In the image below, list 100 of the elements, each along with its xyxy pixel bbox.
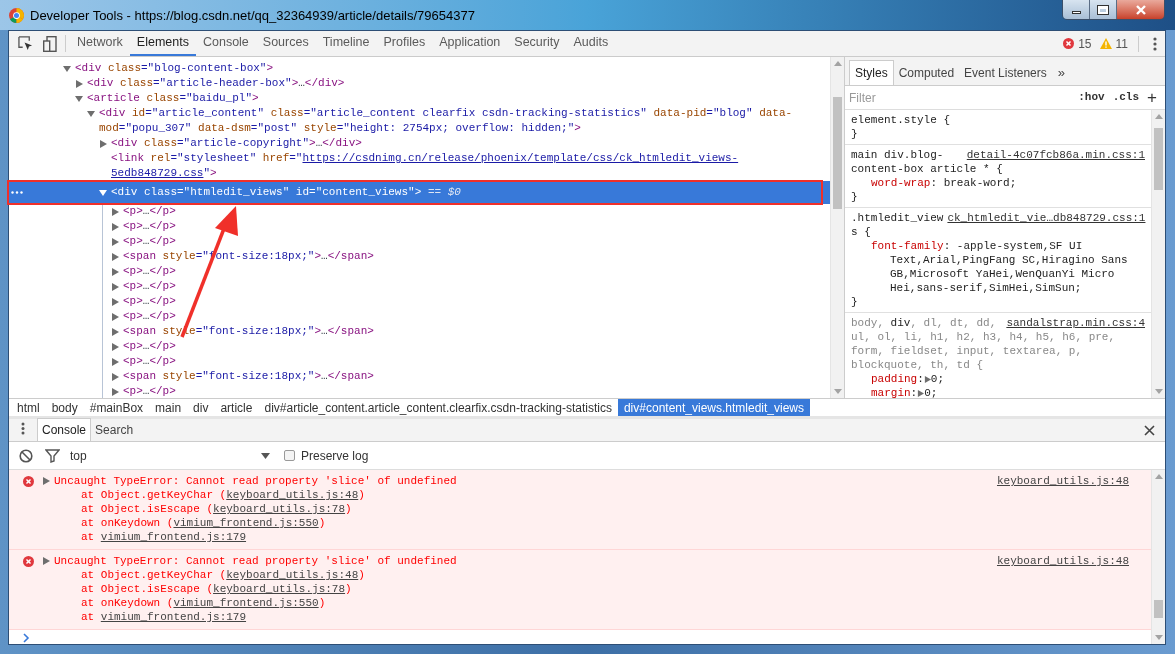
clear-console-icon[interactable]	[19, 448, 33, 463]
source-link[interactable]: vimium_frontend.js:179	[100, 611, 247, 623]
breadcrumb[interactable]: article	[214, 399, 259, 416]
panel-tab[interactable]: Elements	[129, 31, 196, 56]
device-icon[interactable]	[43, 35, 57, 52]
expanded-triangle-icon[interactable]	[99, 188, 107, 197]
collapsed-triangle-icon[interactable]	[111, 312, 119, 321]
stylesheet-link[interactable]: sandalstrap.min.css:4	[1006, 316, 1145, 330]
expanded-triangle-icon[interactable]	[63, 64, 71, 73]
expanded-triangle-icon[interactable]	[75, 94, 83, 103]
new-rule-button[interactable]: +	[1143, 89, 1161, 106]
expanded-triangle-icon[interactable]	[87, 109, 95, 118]
tree-row[interactable]: <p>…</p>	[9, 354, 830, 369]
console-scrollbar[interactable]	[1151, 470, 1165, 644]
hover-state-button[interactable]: :hov	[1074, 89, 1109, 106]
panel-tab[interactable]: Security	[507, 31, 567, 56]
tree-row[interactable]: <div class="article-copyright">…</div>	[9, 136, 830, 151]
collapsed-triangle-icon[interactable]	[111, 387, 119, 396]
tree-row[interactable]: <p>…</p>	[9, 264, 830, 279]
filter-field[interactable]: Filter	[849, 88, 1075, 107]
collapsed-triangle-icon[interactable]	[111, 297, 119, 306]
tree-row[interactable]: <div class="blog-content-box">	[9, 61, 830, 76]
collapsed-triangle-icon[interactable]	[111, 282, 119, 291]
maximize-button[interactable]	[1090, 0, 1117, 19]
tree-row[interactable]: <p>…</p>	[9, 294, 830, 309]
close-drawer-button[interactable]	[1144, 425, 1155, 436]
tree-row[interactable]: <div class="article-header-box">…</div>	[9, 76, 830, 91]
panel-tab[interactable]: Timeline	[315, 31, 377, 56]
tree-row[interactable]: <p>…</p>	[9, 204, 830, 219]
source-link[interactable]: keyboard_utils.js:48	[226, 489, 359, 501]
breadcrumb[interactable]: div#content_views.htmledit_views	[617, 399, 811, 416]
collapsed-triangle-icon[interactable]	[111, 267, 119, 276]
tree-row[interactable]: <p>…</p>	[9, 219, 830, 234]
tree-row[interactable]: <article class="baidu_pl">	[9, 91, 830, 106]
breadcrumb[interactable]: #mainBox	[83, 399, 150, 416]
source-link[interactable]: keyboard_utils.js:48	[996, 554, 1129, 568]
tree-row[interactable]: <p>…</p>	[9, 279, 830, 294]
tree-scrollbar[interactable]	[830, 57, 844, 398]
tree-row[interactable]: <p>…</p>	[9, 234, 830, 249]
tree-row[interactable]: <link rel="stylesheet" href="https://csdnimg.cn/release/phoenix/template/css/ck_htmledit_views-5edb848729.css">	[9, 151, 830, 181]
panel-tab[interactable]: Sources	[255, 31, 316, 56]
class-button[interactable]: .cls	[1108, 89, 1144, 106]
sidebar-tab[interactable]: Computed	[893, 60, 960, 85]
node-markup: <span style="font-size:18px;">…</span>	[123, 369, 374, 384]
collapsed-triangle-icon[interactable]	[42, 557, 50, 565]
scrollbar-thumb[interactable]	[833, 97, 842, 209]
collapsed-triangle-icon[interactable]	[42, 477, 50, 485]
drawer-tab[interactable]: Search	[91, 418, 138, 441]
panel-tab[interactable]: Console	[195, 31, 256, 56]
stylesheet-link[interactable]: ck_htmledit_vie…db848729.css:1	[947, 211, 1146, 225]
tree-row[interactable]: <span style="font-size:18px;">…</span>	[9, 369, 830, 384]
menu-icon[interactable]	[1153, 36, 1157, 51]
collapsed-triangle-icon[interactable]	[111, 237, 119, 246]
source-link[interactable]: keyboard_utils.js:48	[226, 569, 359, 581]
source-link[interactable]: vimium_frontend.js:550	[173, 517, 319, 529]
drawer-tab[interactable]: Console	[37, 418, 92, 441]
inspect-icon[interactable]	[18, 36, 33, 51]
source-link[interactable]: vimium_frontend.js:550	[173, 597, 319, 609]
collapsed-triangle-icon[interactable]	[99, 139, 107, 148]
panel-tab[interactable]: Audits	[566, 31, 616, 56]
collapsed-triangle-icon[interactable]	[111, 327, 119, 336]
scrollbar-thumb[interactable]	[1154, 128, 1163, 190]
tree-row[interactable]: <p>…</p>	[9, 309, 830, 324]
drawer-menu-icon[interactable]	[21, 422, 25, 435]
tree-row[interactable]: <div id="article_content" class="article_content clearfix csdn-tracking-statistics" data-pid="blog" data-mod="popu_307" data-dsm="post" style="height: 2754px; overflow: hidden;">	[9, 106, 830, 136]
tree-row[interactable]: <p>…</p>	[9, 339, 830, 354]
collapsed-triangle-icon[interactable]	[111, 342, 119, 351]
sidebar-tab[interactable]: Styles	[849, 60, 894, 85]
breadcrumb[interactable]: body	[45, 399, 84, 416]
panel-tab[interactable]: Network	[70, 31, 130, 56]
breadcrumb[interactable]: div#article_content.article_content.clearfix.csdn-tracking-statistics	[258, 399, 618, 416]
breadcrumb[interactable]: main	[149, 399, 188, 416]
source-link[interactable]: keyboard_utils.js:48	[996, 474, 1129, 488]
more-tabs-button[interactable]: »	[1051, 60, 1071, 85]
tree-row[interactable]: <p>…</p>	[9, 384, 830, 398]
sidebar-tab[interactable]: Event Listeners	[959, 60, 1052, 85]
collapsed-triangle-icon[interactable]	[111, 252, 119, 261]
collapsed-triangle-icon[interactable]	[75, 79, 83, 88]
source-link[interactable]: keyboard_utils.js:78	[213, 503, 346, 515]
stylesheet-link[interactable]: detail-4c07fcb86a.min.css:1	[966, 148, 1145, 162]
more-dots-icon[interactable]	[11, 191, 23, 194]
collapsed-triangle-icon[interactable]	[111, 222, 119, 231]
styles-scrollbar[interactable]	[1151, 110, 1165, 398]
close-icon[interactable]	[1134, 4, 1147, 15]
source-link[interactable]: vimium_frontend.js:179	[100, 531, 247, 543]
breadcrumb[interactable]: div	[187, 399, 215, 416]
source-link[interactable]: keyboard_utils.js:78	[213, 583, 346, 595]
collapsed-triangle-icon[interactable]	[111, 372, 119, 381]
filter-icon[interactable]	[45, 448, 60, 463]
minimize-button[interactable]	[1063, 0, 1090, 19]
collapsed-triangle-icon[interactable]	[111, 207, 119, 216]
panel-tab[interactable]: Application	[432, 31, 508, 56]
panel-tab[interactable]: Profiles	[376, 31, 433, 56]
breadcrumb[interactable]: html	[11, 399, 46, 416]
preserve-log-checkbox[interactable]	[284, 450, 295, 461]
context-select[interactable]: top	[70, 446, 270, 465]
close-button[interactable]	[1117, 0, 1164, 19]
scrollbar-thumb[interactable]	[1154, 600, 1163, 618]
collapsed-triangle-icon[interactable]	[111, 357, 119, 366]
dropdown-caret-icon[interactable]	[261, 452, 270, 459]
